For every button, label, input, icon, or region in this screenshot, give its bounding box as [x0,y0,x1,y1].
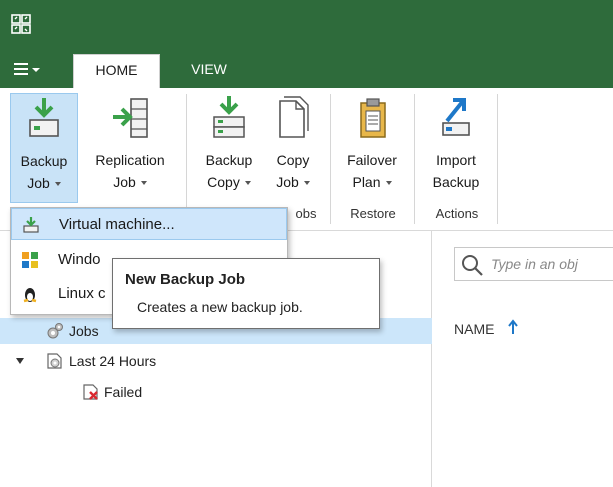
expand-arrow-icon[interactable] [16,358,24,364]
copy-job-label-2: Job [264,171,322,193]
ribbon-separator [497,94,498,224]
ribbon-separator [186,94,187,224]
backup-job-label-2-text: Job [27,175,50,191]
ribbon-separator [330,94,331,224]
ribbon-separator [414,94,415,224]
vm-backup-icon [23,217,39,233]
tooltip: New Backup Job Creates a new backup job. [112,258,380,329]
import-backup-button[interactable]: Import Backup [420,93,492,203]
main-menu-button[interactable] [10,59,50,81]
tree-item-last-24-label: Last 24 Hours [69,353,157,369]
import-backup-label-2: Backup [432,174,480,190]
menu-item-linux-label: Linux c [58,285,106,302]
menu-item-windows-label: Windo [58,251,101,268]
backup-copy-label-2-text: Copy [207,174,240,190]
copy-job-button[interactable]: Copy Job [264,93,322,203]
tooltip-body: Creates a new backup job. [137,299,303,315]
tab-home[interactable]: HOME [73,54,160,88]
history-icon [47,353,62,369]
backup-job-icon [29,98,59,137]
replication-job-label-2: Job [82,171,178,193]
backup-copy-label: Backup [205,152,253,168]
dropdown-caret-icon [303,181,310,186]
replication-job-label-2-text: Job [113,174,136,190]
dropdown-caret-icon [385,181,392,186]
failover-plan-button[interactable]: Failover Plan [336,93,408,203]
backup-copy-label-2: Copy [196,171,262,193]
import-backup-icon [442,98,470,136]
copy-job-label-2-text: Job [276,174,299,190]
backup-copy-button[interactable]: Backup Copy [196,93,262,203]
replication-job-label: Replication [95,152,165,168]
import-backup-label: Import [436,152,476,168]
replication-job-button[interactable]: Replication Job [82,93,178,203]
copy-job-icon [279,96,309,138]
jobs-list-panel: Type in an obj NAME [433,231,613,487]
ribbon-tab-row: HOME VIEW [0,50,613,88]
backup-job-label: Backup [20,153,68,169]
tooltip-title: New Backup Job [125,271,246,288]
tree-item-failed[interactable]: Failed [0,379,432,405]
hamburger-icon [14,63,28,75]
backup-copy-icon [213,96,245,138]
menu-item-virtual-machine-label: Virtual machine... [59,216,175,233]
linux-icon [23,288,37,303]
tree-item-last-24-hours[interactable]: Last 24 Hours [0,348,432,374]
backup-job-label-2: Job [11,172,77,194]
dropdown-caret-icon [140,181,147,186]
copy-job-label: Copy [276,152,310,168]
dropdown-caret-icon [244,181,251,186]
search-input[interactable]: Type in an obj [454,247,613,281]
group-label-actions: Actions [435,206,479,221]
search-placeholder: Type in an obj [491,256,578,272]
failover-plan-icon [360,98,386,138]
failover-plan-label: Failover [347,152,397,168]
failed-jobs-icon [83,384,98,400]
title-bar [0,0,613,50]
dropdown-caret-icon [54,182,61,187]
group-label-jobs: obs [295,206,317,221]
replication-job-icon [113,98,148,138]
group-label-restore: Restore [350,206,396,221]
sort-ascending-icon [508,319,518,334]
veeam-logo-icon [11,14,31,34]
tab-view[interactable]: VIEW [170,54,248,88]
failover-plan-label-2-text: Plan [352,174,381,190]
menu-item-virtual-machine[interactable]: Virtual machine... [11,208,287,240]
tree-item-failed-label: Failed [104,384,143,400]
backup-job-button[interactable]: Backup Job [10,93,78,203]
tree-item-jobs-label: Jobs [69,323,99,339]
caret-down-icon [32,68,40,72]
windows-icon [22,252,38,268]
failover-plan-label-2: Plan [336,171,408,193]
search-icon [462,255,483,276]
column-header-name[interactable]: NAME [454,321,494,337]
jobs-gear-icon [47,323,63,339]
